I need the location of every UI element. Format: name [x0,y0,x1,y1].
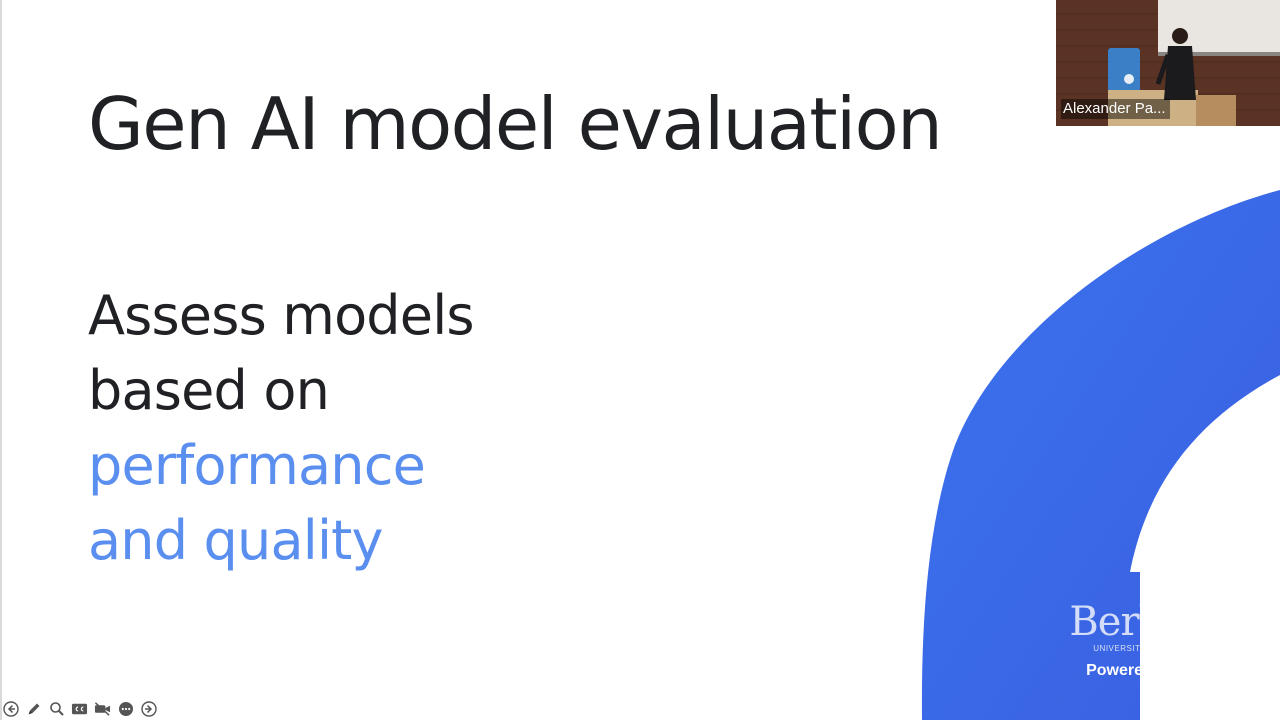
arrow-right-icon [140,701,157,717]
participant-name-label: Alexander Pa... [1061,99,1170,119]
more-icon [118,702,133,716]
cc-icon [71,703,88,715]
body-line-1: Assess models [88,284,475,347]
body-line-3-highlight: performance [88,434,426,497]
participant-video-tile[interactable]: Alexander Pa... [1056,0,1280,126]
captions-button[interactable] [71,701,88,718]
more-options-button[interactable] [117,701,134,718]
zoom-button[interactable] [48,701,65,718]
berkeley-logo: Berkeley [1069,599,1241,645]
camera-off-icon [94,702,111,716]
powered-by-zoom-label: Powered by Zoom [1086,662,1224,679]
presentation-toolbar [2,700,157,718]
berkeley-logo-subtitle: UNIVERSITY OF CALIFORNIA [1093,644,1217,653]
camera-toggle-button[interactable] [94,701,111,718]
slide-edge-divider [0,0,2,720]
arrow-left-icon [2,701,19,717]
next-slide-button[interactable] [140,701,157,718]
body-line-2: based on [88,359,330,422]
body-line-4-highlight: and quality [88,509,383,572]
berkeley-branding: Berkeley UNIVERSITY OF CALIFORNIA Powere… [1068,600,1242,680]
slide-body: Assess models based on performance and q… [88,278,475,578]
pencil-icon [28,703,39,715]
magnifier-icon [49,702,64,716]
pen-tool-button[interactable] [25,701,42,718]
slide-title: Gen AI model evaluation [88,82,943,166]
previous-slide-button[interactable] [2,701,19,718]
